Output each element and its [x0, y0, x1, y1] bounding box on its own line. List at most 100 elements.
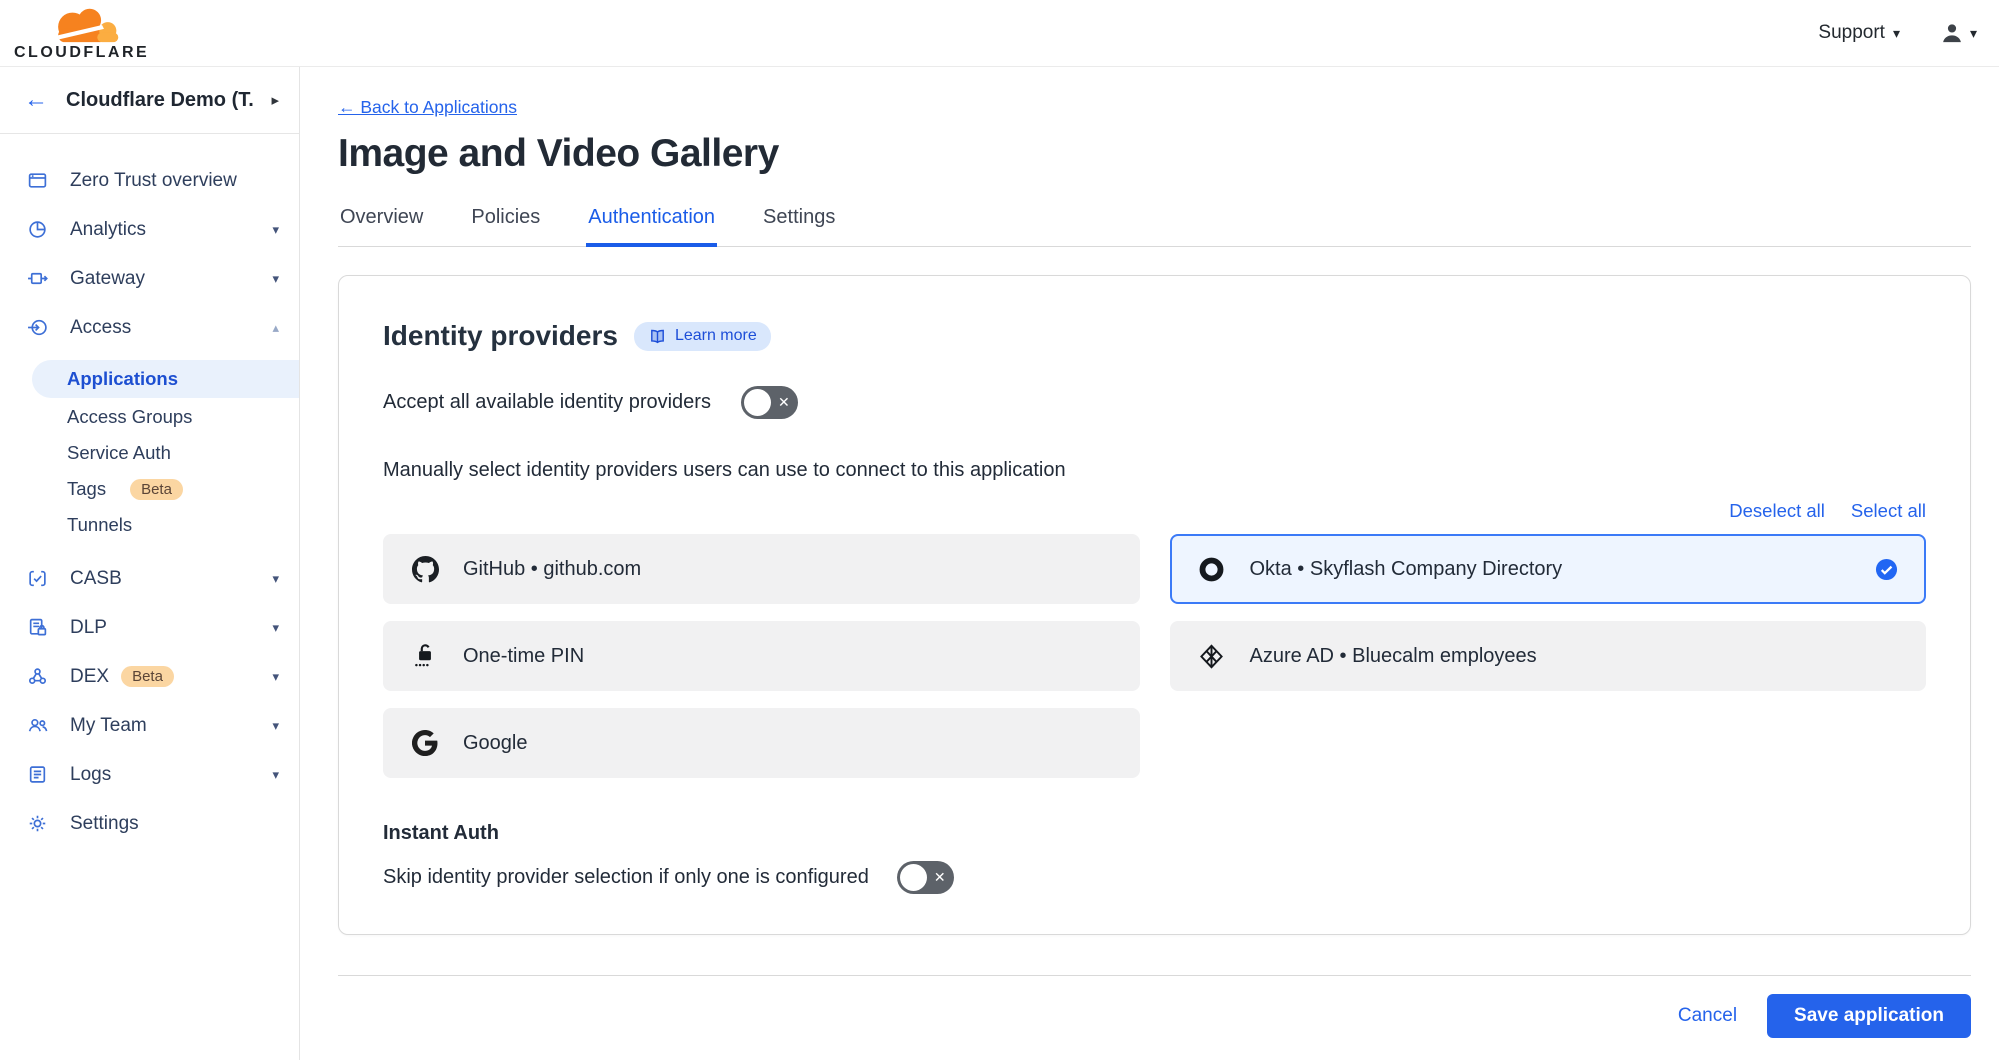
sidebar-item-access-groups[interactable]: Access Groups	[0, 400, 299, 434]
sidebar: ← Cloudflare Demo (T... ▸ Zero Trust ove…	[0, 67, 300, 1060]
dex-icon	[26, 666, 48, 688]
instant-auth-toggle[interactable]: ✕	[897, 861, 954, 894]
chevron-up-icon[interactable]: ▴	[272, 320, 279, 336]
okta-icon	[1198, 556, 1226, 583]
identity-providers-card: Identity providers Learn more Accept all…	[338, 275, 1971, 935]
gear-icon	[26, 813, 48, 835]
sidebar-item-label: Tags	[67, 478, 106, 500]
accept-all-toggle[interactable]: ✕	[741, 386, 798, 419]
sidebar-item-label: DLP	[70, 617, 107, 639]
idp-tile-one-time-pin[interactable]: One-time PIN	[383, 621, 1140, 691]
sidebar-item-my-team[interactable]: My Team ▾	[0, 701, 299, 750]
chevron-down-icon[interactable]: ▾	[272, 669, 279, 685]
chevron-down-icon[interactable]: ▾	[272, 271, 279, 287]
dlp-icon	[26, 617, 48, 639]
idp-label: One-time PIN	[463, 645, 584, 668]
sidebar-item-gateway[interactable]: Gateway ▾	[0, 254, 299, 303]
support-label: Support	[1818, 22, 1885, 44]
tab-overview[interactable]: Overview	[338, 200, 425, 247]
accept-all-label: Accept all available identity providers	[383, 391, 711, 414]
sidebar-item-access[interactable]: Access ▴	[0, 303, 299, 352]
sidebar-item-service-auth[interactable]: Service Auth	[0, 436, 299, 470]
instant-auth-heading: Instant Auth	[383, 822, 1926, 845]
beta-badge: Beta	[121, 666, 174, 687]
idp-label: Azure AD • Bluecalm employees	[1250, 645, 1537, 668]
chevron-down-icon: ▾	[1970, 25, 1977, 42]
toggle-x-icon: ✕	[778, 394, 790, 411]
tab-settings[interactable]: Settings	[761, 200, 837, 247]
cloudflare-logo[interactable]: CLOUDFLARE	[14, 4, 149, 62]
google-icon	[411, 730, 439, 756]
casb-icon	[26, 568, 48, 590]
toggle-knob	[744, 389, 771, 416]
sidebar-item-label: Service Auth	[67, 442, 171, 464]
idp-label: Google	[463, 732, 528, 755]
main-content: ← Back to Applications Image and Video G…	[300, 67, 1999, 1060]
manual-select-text: Manually select identity providers users…	[383, 459, 1926, 482]
sidebar-item-tunnels[interactable]: Tunnels	[0, 508, 299, 542]
chevron-down-icon[interactable]: ▾	[272, 767, 279, 783]
github-icon	[411, 556, 439, 583]
chevron-down-icon[interactable]: ▾	[272, 620, 279, 636]
sidebar-item-label: Logs	[70, 764, 111, 786]
chevron-down-icon[interactable]: ▾	[272, 718, 279, 734]
sidebar-item-label: Applications	[67, 368, 178, 390]
sidebar-item-applications[interactable]: Applications	[32, 360, 299, 398]
footer-divider	[338, 975, 1971, 976]
person-icon	[1940, 21, 1964, 45]
learn-more-label: Learn more	[675, 327, 757, 345]
chevron-down-icon[interactable]: ▾	[272, 222, 279, 238]
access-subnav: Applications Access Groups Service Auth …	[0, 352, 299, 554]
sidebar-item-settings[interactable]: Settings	[0, 799, 299, 848]
chevron-right-icon[interactable]: ▸	[271, 91, 279, 109]
select-all-link[interactable]: Select all	[1851, 500, 1926, 522]
idp-tile-github[interactable]: GitHub • github.com	[383, 534, 1140, 604]
idp-tile-azure-ad[interactable]: Azure AD • Bluecalm employees	[1170, 621, 1927, 691]
sidebar-item-zero-trust-overview[interactable]: Zero Trust overview	[0, 156, 299, 205]
idp-label: Okta • Skyflash Company Directory	[1250, 558, 1563, 581]
back-to-applications-link[interactable]: ← Back to Applications	[338, 97, 517, 118]
save-button[interactable]: Save application	[1767, 994, 1971, 1038]
sidebar-item-label: Tunnels	[67, 514, 132, 536]
back-arrow-icon[interactable]: ←	[24, 88, 48, 112]
toggle-x-icon: ✕	[934, 869, 946, 886]
sidebar-item-label: Settings	[70, 813, 139, 835]
tab-authentication[interactable]: Authentication	[586, 200, 717, 247]
selected-check-icon	[1875, 558, 1898, 581]
account-switcher: ← Cloudflare Demo (T... ▸	[0, 67, 299, 134]
book-icon	[648, 327, 667, 346]
team-icon	[26, 715, 48, 737]
instant-auth-label: Skip identity provider selection if only…	[383, 866, 869, 889]
learn-more-badge[interactable]: Learn more	[634, 322, 771, 351]
tab-bar: Overview Policies Authentication Setting…	[338, 200, 1971, 247]
sidebar-item-label: Access Groups	[67, 406, 192, 428]
sidebar-item-dlp[interactable]: DLP ▾	[0, 603, 299, 652]
card-heading: Identity providers	[383, 320, 618, 352]
deselect-all-link[interactable]: Deselect all	[1729, 500, 1825, 522]
tab-policies[interactable]: Policies	[469, 200, 542, 247]
sidebar-item-label: Gateway	[70, 268, 145, 290]
sidebar-item-analytics[interactable]: Analytics ▾	[0, 205, 299, 254]
support-menu[interactable]: Support ▾	[1818, 22, 1900, 44]
toggle-knob	[900, 864, 927, 891]
sidebar-item-logs[interactable]: Logs ▾	[0, 750, 299, 799]
azure-ad-icon	[1198, 643, 1226, 670]
overview-icon	[26, 170, 48, 192]
cancel-button[interactable]: Cancel	[1678, 1005, 1737, 1027]
sidebar-item-casb[interactable]: CASB ▾	[0, 554, 299, 603]
logs-icon	[26, 764, 48, 786]
chevron-down-icon[interactable]: ▾	[272, 571, 279, 587]
gateway-icon	[26, 268, 48, 290]
account-name: Cloudflare Demo (T...	[66, 89, 253, 112]
idp-tile-okta[interactable]: Okta • Skyflash Company Directory	[1170, 534, 1927, 604]
chevron-down-icon: ▾	[1893, 25, 1900, 42]
sidebar-item-tags[interactable]: Tags Beta	[0, 472, 299, 506]
idp-tile-google[interactable]: Google	[383, 708, 1140, 778]
user-menu[interactable]: ▾	[1940, 21, 1977, 45]
sidebar-item-dex[interactable]: DEX Beta ▾	[0, 652, 299, 701]
top-bar: CLOUDFLARE Support ▾ ▾	[0, 0, 1999, 67]
sidebar-item-label: Analytics	[70, 219, 146, 241]
beta-badge: Beta	[130, 479, 183, 500]
idp-label: GitHub • github.com	[463, 558, 641, 581]
analytics-icon	[26, 219, 48, 241]
